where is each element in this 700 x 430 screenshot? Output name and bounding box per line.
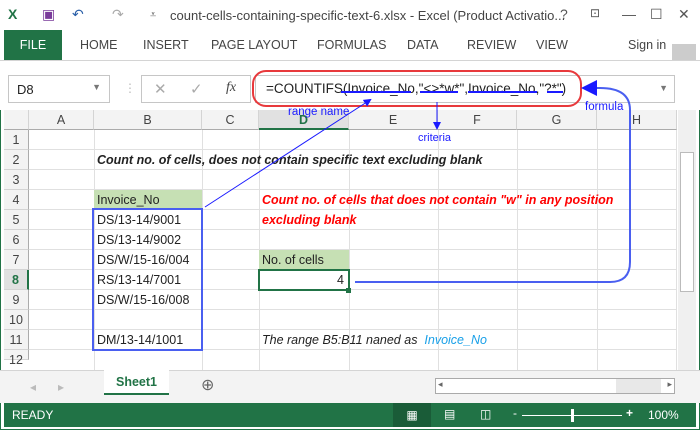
scroll-left-icon[interactable]: ◂ <box>30 380 36 394</box>
formula-arrow <box>355 80 631 283</box>
new-sheet-icon[interactable]: ⊕ <box>201 375 214 395</box>
formula-label: formula <box>585 101 624 113</box>
zoom-slider-thumb[interactable] <box>571 409 574 422</box>
annotation-overlay <box>204 80 631 283</box>
sheet-tab-sheet1[interactable]: Sheet1 <box>104 370 169 395</box>
page-break-view-icon[interactable]: ◫ <box>480 407 491 421</box>
horizontal-scrollbar[interactable]: ◂ ▸ <box>435 378 675 394</box>
status-ready: READY <box>12 408 54 422</box>
scroll-left-arrow[interactable]: ◂ <box>438 379 443 390</box>
zoom-out-button[interactable]: - <box>513 406 517 420</box>
status-bar: READY ▦ ▤ ◫ - + 100% <box>4 403 696 427</box>
range-name-label: range name <box>288 106 350 118</box>
zoom-level[interactable]: 100% <box>648 408 679 422</box>
scroll-right-icon[interactable]: ▸ <box>58 380 64 394</box>
zoom-in-button[interactable]: + <box>626 406 633 420</box>
scrollbar-track[interactable] <box>616 379 661 393</box>
criteria-label: criteria <box>418 132 452 144</box>
sheet-tab-bar: ◂ ▸ Sheet1 ⊕ ◂ ▸ <box>0 370 700 403</box>
page-layout-view-icon[interactable]: ▤ <box>444 407 455 421</box>
scroll-right-arrow[interactable]: ▸ <box>667 379 672 390</box>
normal-view-icon[interactable]: ▦ <box>393 403 431 427</box>
